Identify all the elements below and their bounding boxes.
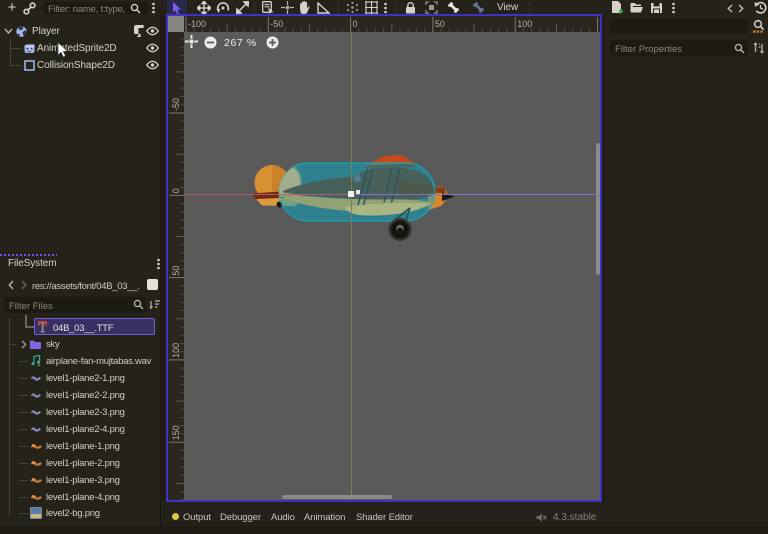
svg-text:-100: -100 [188, 19, 206, 29]
svg-text:50: 50 [435, 19, 445, 29]
svg-text:0: 0 [171, 188, 181, 193]
svg-text:0: 0 [353, 19, 358, 29]
svg-text:150: 150 [600, 19, 601, 29]
svg-text:100: 100 [517, 19, 532, 29]
svg-text:150: 150 [171, 425, 181, 440]
svg-text:50: 50 [171, 266, 181, 276]
svg-text:-50: -50 [171, 98, 181, 111]
svg-text:-50: -50 [270, 19, 283, 29]
svg-text:100: 100 [171, 343, 181, 358]
